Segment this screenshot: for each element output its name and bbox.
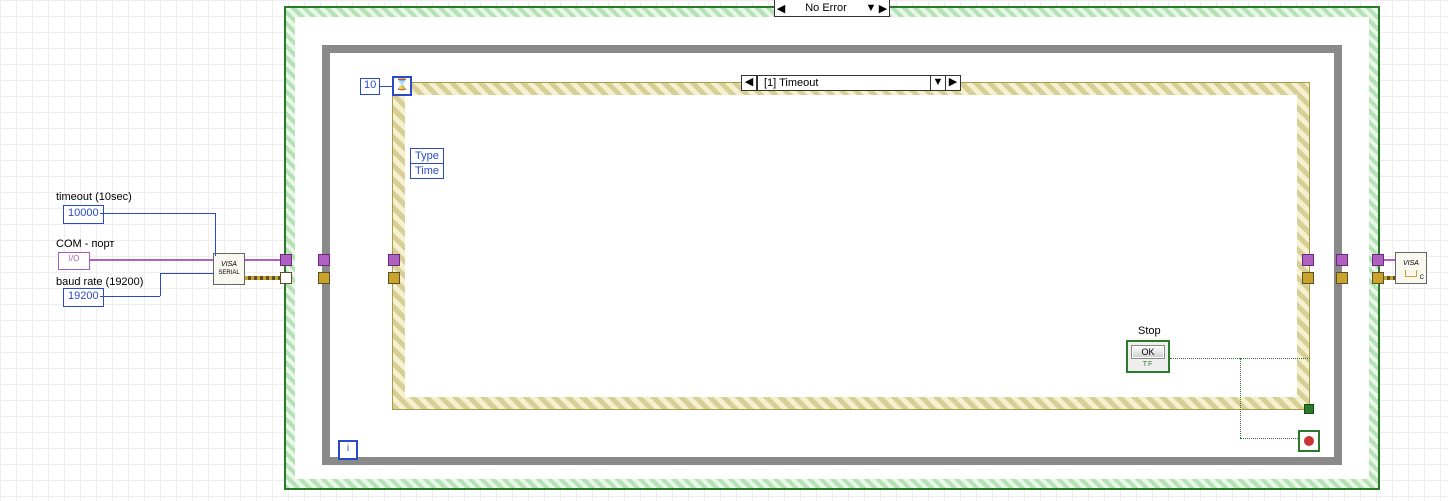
stop-button-control[interactable]: OK TF xyxy=(1126,340,1170,373)
visa-close-clip-icon xyxy=(1405,270,1417,277)
event-next-arrow[interactable]: ▶ xyxy=(946,75,961,91)
visa-close-vi[interactable]: VISA C xyxy=(1395,252,1427,284)
wire-baud-h2 xyxy=(160,273,213,274)
wire-stop-v1 xyxy=(1240,358,1241,438)
event-tunnel-visa-in xyxy=(388,254,400,266)
wire-event-timeout xyxy=(380,86,392,87)
wire-timeout xyxy=(100,213,215,214)
while-tunnel-err-out xyxy=(1336,272,1348,284)
case-tunnel-visa-in xyxy=(280,254,292,266)
while-tunnel-visa-in xyxy=(318,254,330,266)
event-timeout-terminal[interactable]: ⌛ xyxy=(392,76,412,96)
event-case-selector[interactable]: ◀ [1] Timeout ▼ ▶ xyxy=(741,75,961,91)
event-selector-dropdown[interactable]: ▼ xyxy=(931,75,946,91)
case-selector-label[interactable]: No Error xyxy=(787,2,865,14)
wire-timeout-v xyxy=(215,213,216,256)
stop-dot-icon xyxy=(1304,436,1314,446)
wire-stop-h2 xyxy=(1240,438,1298,439)
event-data-time: Time xyxy=(411,164,443,178)
timeout-label: timeout (10sec) xyxy=(56,191,132,203)
case-next-arrow[interactable]: ▶ xyxy=(877,2,889,15)
baud-rate-constant[interactable]: 19200 xyxy=(63,288,104,307)
block-diagram-canvas[interactable]: timeout (10sec) 10000 COM - порт I/O bau… xyxy=(0,0,1448,501)
baud-rate-label: baud rate (19200) xyxy=(56,276,143,288)
while-tunnel-err-in xyxy=(318,272,330,284)
event-prev-arrow[interactable]: ◀ xyxy=(741,75,757,91)
case-tunnel-visa-out xyxy=(1372,254,1384,266)
visa-serial-icon-sub: SERIAL xyxy=(218,269,239,277)
loop-conditional-terminal[interactable] xyxy=(1298,430,1320,452)
stop-button-face: OK xyxy=(1131,345,1165,359)
event-structure[interactable]: ◀ [1] Timeout ▼ ▶ xyxy=(392,82,1310,410)
timeout-constant[interactable]: 10000 xyxy=(63,205,104,224)
event-tunnel-err-in xyxy=(388,272,400,284)
visa-close-c: C xyxy=(1420,274,1424,282)
visa-resource-control[interactable]: I/O xyxy=(58,252,90,270)
wire-baud-v xyxy=(160,273,161,296)
event-timeout-constant[interactable]: 10 xyxy=(360,78,380,95)
com-port-label: COM - порт xyxy=(56,238,114,250)
event-data-node[interactable]: Type Time xyxy=(410,148,444,179)
case-prev-arrow[interactable]: ◀ xyxy=(775,2,787,15)
stop-button-label: Stop xyxy=(1138,325,1161,337)
case-tunnel-err-out xyxy=(1372,272,1384,284)
iteration-terminal: i xyxy=(338,440,358,460)
wire-visa-resource-left xyxy=(90,259,213,261)
wire-baud-h1 xyxy=(100,296,160,297)
event-selector-label[interactable]: [1] Timeout xyxy=(757,75,931,91)
event-tunnel-visa-out xyxy=(1302,254,1314,266)
event-tunnel-stop xyxy=(1304,404,1314,414)
case-selector[interactable]: ◀ No Error ▼ ▶ xyxy=(774,0,890,17)
wire-visa-to-close xyxy=(1384,259,1395,261)
visa-serial-icon-label: VISA xyxy=(221,261,237,269)
event-data-type: Type xyxy=(411,149,443,164)
wire-err-to-close xyxy=(1384,276,1395,280)
visa-serial-config-vi[interactable]: VISA SERIAL xyxy=(213,253,245,285)
while-tunnel-visa-out xyxy=(1336,254,1348,266)
case-tunnel-err-in xyxy=(280,272,292,284)
event-tunnel-err-out xyxy=(1302,272,1314,284)
stop-button-tf-icon: TF xyxy=(1131,361,1165,368)
case-selector-dropdown[interactable]: ▼ xyxy=(865,2,877,14)
visa-close-icon-label: VISA xyxy=(1403,260,1419,268)
